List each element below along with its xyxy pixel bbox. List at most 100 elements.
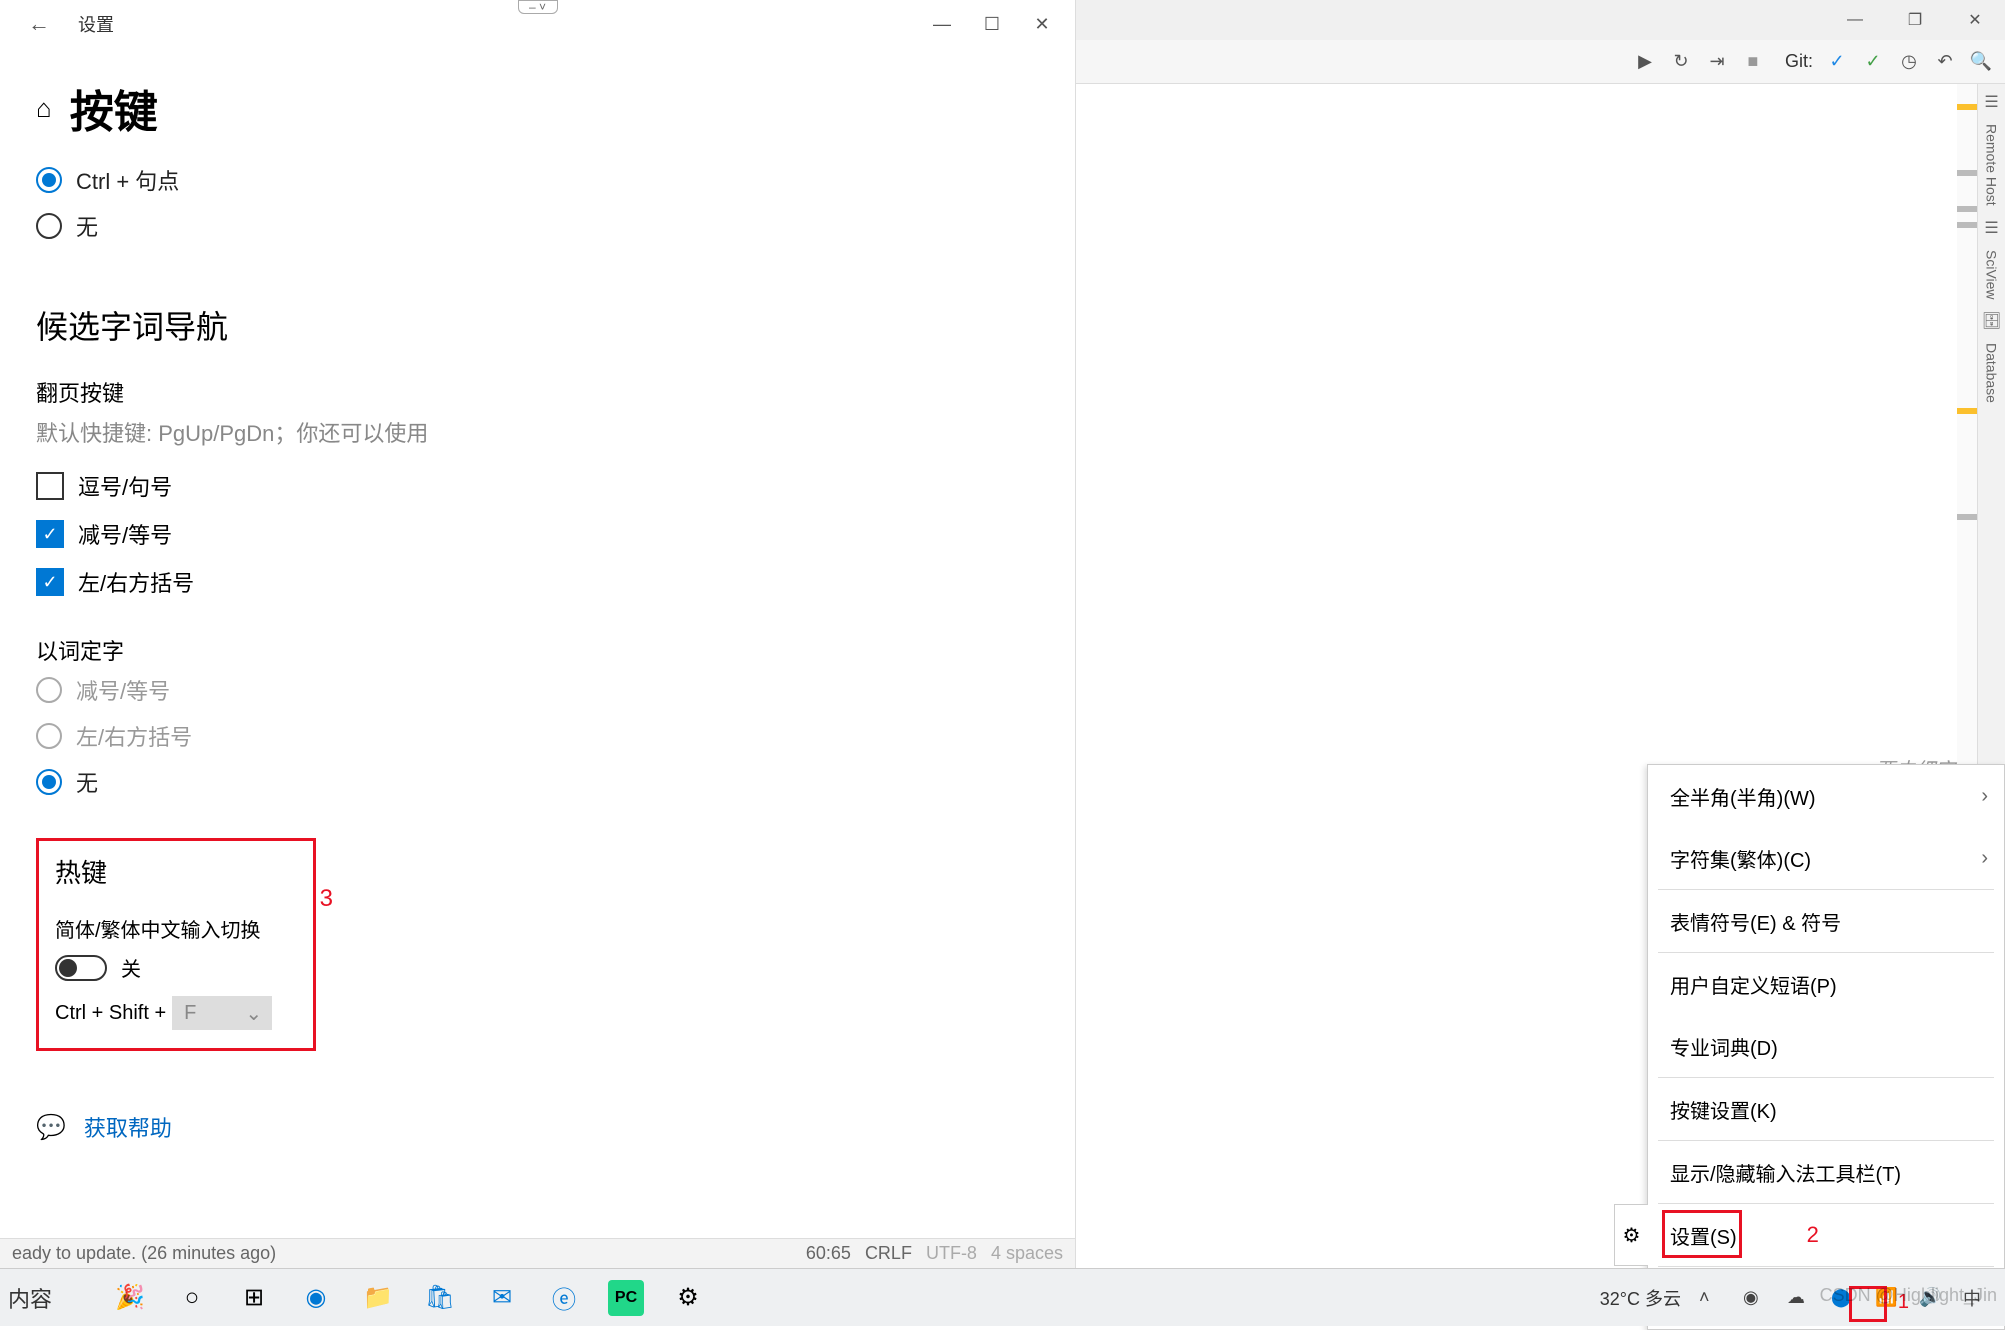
remote-host-tab[interactable]: Remote Host <box>1984 124 2000 206</box>
tray-power-icon[interactable]: ◉ <box>1743 1287 1769 1308</box>
shortcut-select[interactable]: F <box>172 996 272 1030</box>
search-icon[interactable]: 🔍 <box>1969 50 1993 74</box>
taskbar-text-fragment: 内容 <box>8 1282 52 1314</box>
checkbox-icon <box>36 472 64 500</box>
taskbar: 内容 🎉 ○ ⊞ ◉ 📁 🛍 ✉ ⓔ PC ⚙ 32°C 多云 ˄ ◉ ☁ ⬤ … <box>0 1268 2005 1326</box>
tray-chevron-icon[interactable]: ˄ <box>1699 1287 1725 1308</box>
status-indent[interactable]: 4 spaces <box>991 1243 1063 1264</box>
hotkey-toggle[interactable] <box>55 955 107 981</box>
mail-icon[interactable]: ✉ <box>484 1280 520 1316</box>
watermark-text: CSDN @Highlight_Jin <box>1820 1285 1997 1306</box>
ime-user-phrases[interactable]: 用户自定义短语(P) <box>1648 953 2004 1015</box>
celebration-icon[interactable]: 🎉 <box>112 1280 148 1316</box>
page-title: 按键 <box>70 76 158 140</box>
ime-fullhalf[interactable]: 全半角(半角)(W)› <box>1648 765 2004 827</box>
ide-minimize-button[interactable]: — <box>1825 0 1885 40</box>
status-update-text: eady to update. (26 minutes ago) <box>12 1243 276 1264</box>
ime-toolbar-toggle[interactable]: 显示/隐藏输入法工具栏(T) <box>1648 1141 2004 1203</box>
chevron-right-icon: › <box>1981 785 1988 808</box>
status-line-ending[interactable]: CRLF <box>865 1243 912 1264</box>
explorer-icon[interactable]: 📁 <box>360 1280 396 1316</box>
git-revert-icon[interactable]: ↶ <box>1933 50 1957 74</box>
chevron-right-icon: › <box>1981 847 1988 870</box>
radio-none[interactable]: 无 <box>36 210 1039 242</box>
page-header: ⌂ 按键 <box>36 76 1039 140</box>
ide-titlebar: — ❐ ✕ <box>1076 0 2005 40</box>
ide-close-button[interactable]: ✕ <box>1945 0 2005 40</box>
home-icon[interactable]: ⌂ <box>36 93 52 124</box>
ime-key-settings[interactable]: 按键设置(K) <box>1648 1078 2004 1140</box>
remote-host-icon[interactable]: ☰ <box>1984 92 1998 112</box>
sciview-icon[interactable]: ☰ <box>1984 218 1998 238</box>
store-icon[interactable]: 🛍 <box>422 1280 458 1316</box>
section-candidate-nav: 候选字词导航 <box>36 302 1039 348</box>
settings-content: ⌂ 按键 Ctrl + 句点 无 候选字词导航 翻页按键 默认快捷键: PgUp… <box>0 48 1075 1171</box>
ime-dictionary[interactable]: 专业词典(D) <box>1648 1015 2004 1077</box>
settings-window: ‒ ˅ ← 设置 — ☐ ✕ ⌂ 按键 Ctrl + 句点 无 候选字词导航 翻… <box>0 0 1075 1326</box>
annotation-2: 2 <box>1807 1222 1819 1248</box>
maximize-button[interactable]: ☐ <box>967 0 1017 48</box>
shortcut-prefix: Ctrl + Shift + <box>55 1002 166 1025</box>
help-link[interactable]: 获取帮助 <box>84 1111 172 1143</box>
pycharm-icon[interactable]: PC <box>608 1280 644 1316</box>
database-tab[interactable]: Database <box>1984 343 2000 403</box>
ime-emoji[interactable]: 表情符号(E) & 符号 <box>1648 890 2004 952</box>
sciview-tab[interactable]: SciView <box>1984 250 2000 300</box>
radio-icon <box>36 677 62 703</box>
settings-icon[interactable]: ⚙ <box>670 1280 706 1316</box>
checkbox-icon: ✓ <box>36 568 64 596</box>
check-bracket[interactable]: ✓ 左/右方括号 <box>36 566 1039 598</box>
word-fix-title: 以词定字 <box>36 634 1039 666</box>
page-keys-subtitle: 翻页按键 <box>36 376 1039 408</box>
settings-title: 设置 <box>78 11 114 37</box>
weather-text[interactable]: 32°C 多云 <box>1600 1285 1681 1311</box>
cortana-icon[interactable]: ○ <box>174 1280 210 1316</box>
help-icon: 💬 <box>36 1113 66 1142</box>
gear-icon: ⚙ <box>1614 1204 1648 1266</box>
annotation-box-2 <box>1662 1210 1742 1258</box>
word-radio-minus[interactable]: 减号/等号 <box>36 674 1039 706</box>
help-row: 💬 获取帮助 <box>36 1111 1039 1143</box>
status-encoding[interactable]: UTF-8 <box>926 1243 977 1264</box>
step-icon[interactable]: ⇥ <box>1705 50 1729 74</box>
minimize-button[interactable]: — <box>917 0 967 48</box>
hotkey-sub: 简体/繁体中文输入切换 <box>55 914 297 943</box>
update-icon[interactable]: ↻ <box>1669 50 1693 74</box>
word-radio-none[interactable]: 无 <box>36 766 1039 798</box>
git-commit-icon[interactable]: ✓ <box>1861 50 1885 74</box>
checkbox-icon: ✓ <box>36 520 64 548</box>
git-label: Git: <box>1785 51 1813 72</box>
ide-toolbar: ▶ ↻ ⇥ ■ Git: ✓ ✓ ◷ ↶ 🔍 <box>1076 40 2005 84</box>
ide-status-bar: eady to update. (26 minutes ago) 60:65 C… <box>0 1238 1075 1268</box>
git-history-icon[interactable]: ◷ <box>1897 50 1921 74</box>
stop-icon[interactable]: ■ <box>1741 50 1765 74</box>
tab-peek-control[interactable]: ‒ ˅ <box>518 0 558 14</box>
settings-titlebar: ‒ ˅ ← 设置 — ☐ ✕ <box>0 0 1075 48</box>
edge-icon[interactable]: ◉ <box>298 1280 334 1316</box>
ime-charset[interactable]: 字符集(繁体)(C)› <box>1648 827 2004 889</box>
annotation-3: 3 <box>320 885 333 913</box>
tray-onedrive-icon[interactable]: ☁ <box>1787 1287 1813 1308</box>
hotkey-box: 3 热键 简体/繁体中文输入切换 关 Ctrl + Shift + F <box>36 838 316 1051</box>
ide-maximize-button[interactable]: ❐ <box>1885 0 1945 40</box>
check-minus[interactable]: ✓ 减号/等号 <box>36 518 1039 550</box>
task-view-icon[interactable]: ⊞ <box>236 1280 272 1316</box>
hotkey-toggle-row: 关 <box>55 953 297 982</box>
check-comma[interactable]: 逗号/句号 <box>36 470 1039 502</box>
radio-ctrl-period[interactable]: Ctrl + 句点 <box>36 164 1039 196</box>
ime-settings[interactable]: ⚙ 设置(S) 2 <box>1648 1204 2004 1266</box>
back-icon[interactable]: ← <box>28 11 50 37</box>
build-icon[interactable]: ▶ <box>1633 50 1657 74</box>
database-icon[interactable]: 🗄 <box>1981 311 2001 331</box>
hotkey-title: 热键 <box>55 853 297 890</box>
git-pull-icon[interactable]: ✓ <box>1825 50 1849 74</box>
ime-context-menu: 全半角(半角)(W)› 字符集(繁体)(C)› 表情符号(E) & 符号 用户自… <box>1647 764 2005 1330</box>
word-radio-bracket[interactable]: 左/右方括号 <box>36 720 1039 752</box>
radio-icon <box>36 213 62 239</box>
status-cursor-pos[interactable]: 60:65 <box>806 1243 851 1264</box>
radio-icon <box>36 167 62 193</box>
radio-icon <box>36 723 62 749</box>
edge-legacy-icon[interactable]: ⓔ <box>546 1280 582 1316</box>
page-keys-hint: 默认快捷键: PgUp/PgDn；你还可以使用 <box>36 416 1039 448</box>
close-button[interactable]: ✕ <box>1017 0 1067 48</box>
